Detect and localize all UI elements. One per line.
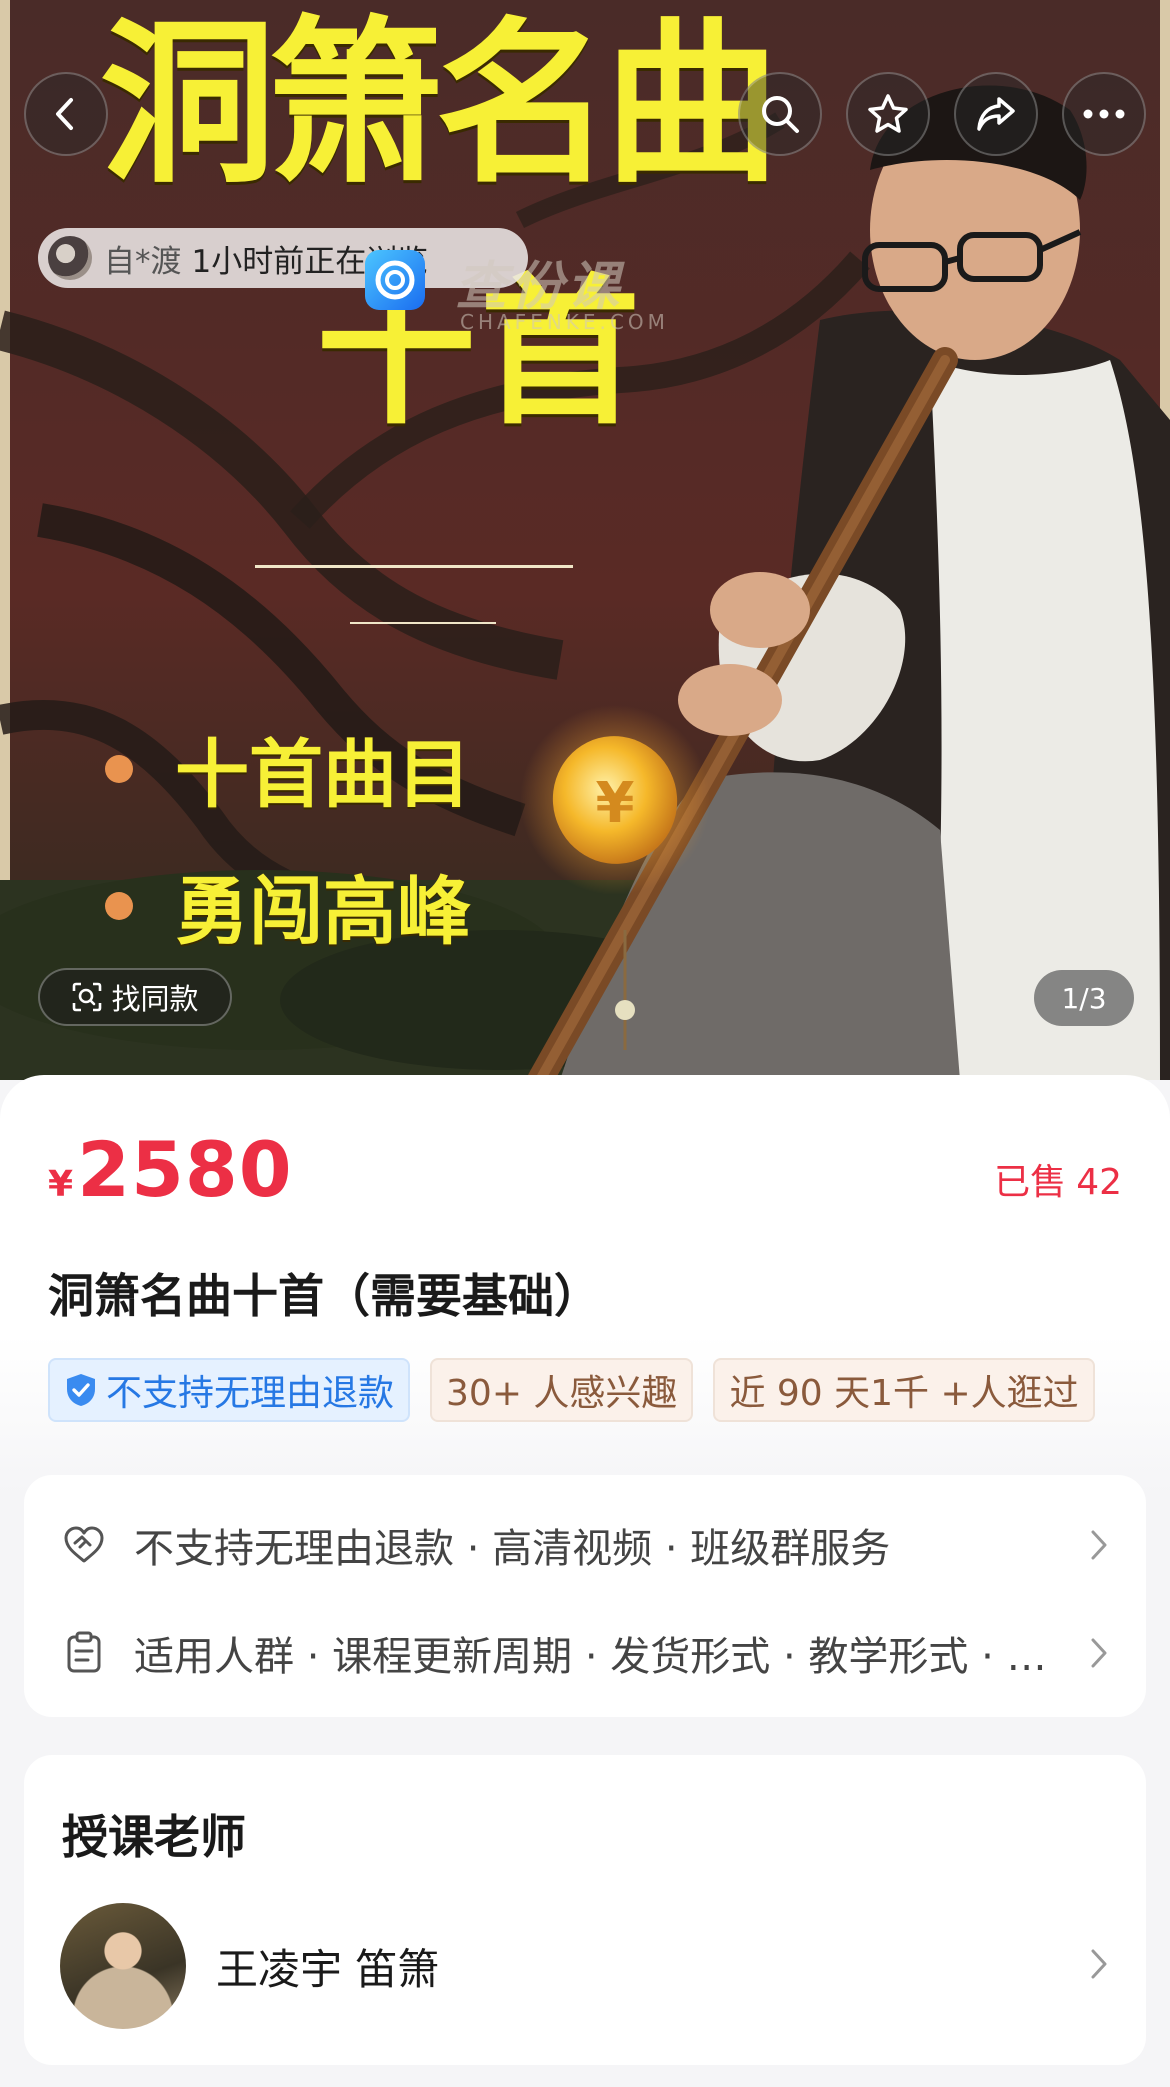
back-icon: [56, 98, 73, 130]
service-card: 不支持无理由退款 · 高清视频 · 班级群服务 适用人群 · 课程更新周期 · …: [24, 1475, 1146, 1717]
hero-divider: [255, 565, 573, 568]
hero-bullet-text: 十首曲目: [175, 732, 471, 818]
back-button[interactable]: [24, 72, 108, 156]
interest-tag: 30+ 人感兴趣: [430, 1358, 694, 1422]
scan-search-icon: [73, 982, 102, 1012]
viewer-name: 自*渡: [104, 243, 182, 280]
clipboard-icon: [60, 1629, 108, 1677]
sold-number: 42: [1076, 1162, 1122, 1203]
service-text: 不支持无理由退款 · 高清视频 · 班级群服务: [134, 1526, 891, 1572]
price-currency: ¥: [48, 1164, 74, 1205]
shield-check-icon: [67, 1374, 95, 1406]
watermark-subtext: CHAFENKE.COM: [460, 310, 669, 334]
visit-tag: 近 90 天1千 +人逛过: [713, 1358, 1095, 1422]
find-similar-button[interactable]: 找同款: [38, 968, 232, 1026]
watermark-text: 查份课: [455, 257, 624, 317]
teacher-name: 王凌宇 笛箫: [216, 1944, 440, 1994]
image-page-indicator: 1/3: [1034, 970, 1134, 1026]
sold-count: 已售 42: [994, 1153, 1122, 1205]
product-info-card: ¥ 2580 已售 42 洞箫名曲十首（需要基础） 不支持无理由退款 30+ 人感…: [0, 1075, 1170, 2087]
chevron-right-icon: [1080, 1528, 1110, 1562]
svg-text:¥: ¥: [596, 771, 635, 836]
tag-label: 30+ 人感兴趣: [446, 1373, 678, 1414]
heart-handshake-icon: [60, 1521, 108, 1569]
course-details-row[interactable]: 适用人群 · 课程更新周期 · 发货形式 · 教学形式 · …: [60, 1613, 1110, 1693]
viewer-avatar: [48, 236, 92, 280]
product-tags: 不支持无理由退款 30+ 人感兴趣 近 90 天1千 +人逛过: [48, 1358, 1095, 1422]
price-value: 2580: [77, 1125, 293, 1214]
tag-label: 近 90 天1千 +人逛过: [729, 1373, 1079, 1414]
watermark: 查份课 CHAFENKE.COM: [365, 250, 665, 340]
product-title: 洞箫名曲十首（需要基础）: [48, 1269, 600, 1323]
price: ¥ 2580: [48, 1125, 293, 1214]
teacher-avatar: [60, 1903, 186, 2029]
chevron-right-icon: [1088, 1947, 1110, 1985]
share-button[interactable]: [954, 72, 1038, 156]
search-icon: [762, 96, 799, 133]
course-details-text: 适用人群 · 课程更新周期 · 发货形式 · 教学形式 · …: [134, 1634, 1047, 1680]
hero-bullet: 勇闯高峰: [105, 852, 471, 959]
find-similar-label: 找同款: [111, 982, 199, 1016]
hero-bullet-text: 勇闯高峰: [175, 869, 471, 955]
favorite-button[interactable]: [846, 72, 930, 156]
star-icon: [868, 94, 908, 133]
share-icon: [977, 97, 1015, 131]
teacher-row[interactable]: 王凌宇 笛箫: [60, 1903, 1110, 2029]
teacher-card: 授课老师 王凌宇 笛箫: [24, 1755, 1146, 2065]
bullet-dot: [105, 754, 133, 783]
hero-divider: [350, 622, 496, 624]
more-button[interactable]: [1062, 72, 1146, 156]
product-page: ¥ 洞箫名曲 十首 十首曲目 勇闯高峰 自*渡 1小时前正在浏览 查份课 CHA…: [0, 0, 1170, 2087]
product-image-carousel[interactable]: ¥ 洞箫名曲 十首 十首曲目 勇闯高峰 自*渡 1小时前正在浏览 查份课 CHA…: [0, 0, 1170, 1080]
tag-label: 不支持无理由退款: [106, 1373, 395, 1414]
sold-label: 已售: [994, 1162, 1067, 1203]
bullet-dot: [105, 891, 133, 920]
teacher-heading: 授课老师: [62, 1810, 246, 1864]
hero-bullet: 十首曲目: [105, 715, 471, 822]
search-button[interactable]: [738, 72, 822, 156]
hero-title-text: 洞箫名曲: [100, 2, 780, 207]
watermark-logo-icon: [365, 250, 425, 310]
chevron-right-icon: [1080, 1636, 1110, 1670]
more-icon: [1083, 109, 1125, 119]
refund-policy-tag[interactable]: 不支持无理由退款: [48, 1358, 411, 1422]
service-row[interactable]: 不支持无理由退款 · 高清视频 · 班级群服务: [60, 1505, 1110, 1585]
